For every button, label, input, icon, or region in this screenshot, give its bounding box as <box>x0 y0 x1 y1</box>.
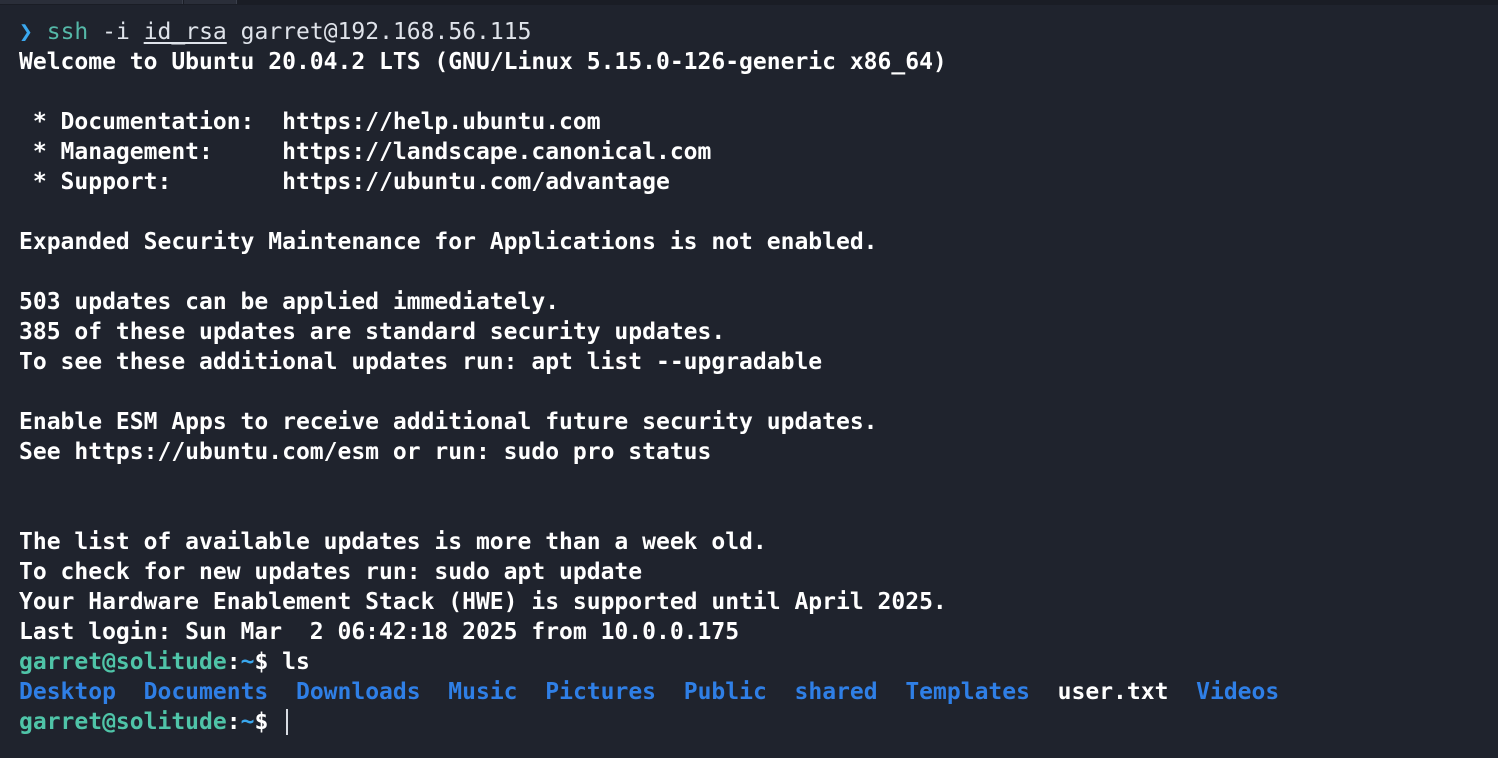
text-cursor <box>286 709 289 735</box>
ssh-command-line: ❯ ssh -i id_rsa garret@192.168.56.115 <box>19 17 1489 47</box>
ls-directory-entry[interactable]: Downloads <box>296 679 421 705</box>
tab-active[interactable] <box>0 0 183 4</box>
ls-directory-entry[interactable]: Desktop <box>19 679 116 705</box>
ls-output: Desktop Documents Downloads Music Pictur… <box>19 677 1489 707</box>
prompt-colon: : <box>226 709 241 735</box>
motd-line: The list of available updates is more th… <box>19 529 767 555</box>
prompt-dollar: $ <box>254 649 269 675</box>
prompt-user-host: garret@solitude <box>19 709 227 735</box>
ls-file-entry[interactable]: user.txt <box>1058 679 1169 705</box>
prompt-colon: : <box>226 649 241 675</box>
motd-line <box>19 497 1489 527</box>
ls-directory-entry[interactable]: Pictures <box>545 679 656 705</box>
tab-strip <box>0 0 1498 5</box>
motd-line: To see these additional updates run: apt… <box>19 349 823 375</box>
motd-line <box>19 197 1489 227</box>
motd-line: Welcome to Ubuntu 20.04.2 LTS (GNU/Linux… <box>19 49 947 75</box>
prompt-arrow-icon: ❯ <box>19 19 33 45</box>
ssh-host: garret@192.168.56.115 <box>240 19 532 45</box>
motd-line: Expanded Security Maintenance for Applic… <box>19 229 878 255</box>
motd-line: See https://ubuntu.com/esm or run: sudo … <box>19 439 712 465</box>
prompt-line-ls: garret@solitude:~$ ls <box>19 647 1489 677</box>
ls-directory-entry[interactable]: Documents <box>144 679 269 705</box>
ls-directory-entry[interactable]: Public <box>684 679 767 705</box>
motd-line: To check for new updates run: sudo apt u… <box>19 559 643 585</box>
tab-inactive[interactable] <box>184 0 237 4</box>
prompt-line-current[interactable]: garret@solitude:~$ <box>19 707 1489 737</box>
prompt-path: ~ <box>240 649 255 675</box>
ls-directory-entry[interactable]: Templates <box>905 679 1030 705</box>
motd-line: 385 of these updates are standard securi… <box>19 319 726 345</box>
motd-line <box>19 377 1489 407</box>
prompt-dollar: $ <box>254 709 269 735</box>
motd-line: Enable ESM Apps to receive additional fu… <box>19 409 878 435</box>
motd-line: * Management: https://landscape.canonica… <box>19 139 712 165</box>
motd-line: * Support: https://ubuntu.com/advantage <box>19 169 670 195</box>
motd-line: * Documentation: https://help.ubuntu.com <box>19 109 601 135</box>
motd-line <box>19 77 1489 107</box>
motd-line: 503 updates can be applied immediately. <box>19 289 560 315</box>
motd-line: Your Hardware Enablement Stack (HWE) is … <box>19 589 947 615</box>
ls-directory-entry[interactable]: Videos <box>1196 679 1279 705</box>
prompt-user-host: garret@solitude <box>19 649 227 675</box>
ls-directory-entry[interactable]: shared <box>795 679 878 705</box>
command-name: ssh <box>46 19 89 45</box>
motd-line: Last login: Sun Mar 2 06:42:18 2025 from… <box>19 619 740 645</box>
motd-line <box>19 257 1489 287</box>
motd-line <box>19 467 1489 497</box>
key-file-path[interactable]: id_rsa <box>144 19 227 45</box>
ls-command: ls <box>282 649 310 675</box>
ls-directory-entry[interactable]: Music <box>448 679 517 705</box>
motd-block: Welcome to Ubuntu 20.04.2 LTS (GNU/Linux… <box>19 47 1489 647</box>
command-flag: -i <box>102 19 130 45</box>
terminal-output[interactable]: ❯ ssh -i id_rsa garret@192.168.56.115 We… <box>19 17 1489 737</box>
prompt-path: ~ <box>240 709 255 735</box>
